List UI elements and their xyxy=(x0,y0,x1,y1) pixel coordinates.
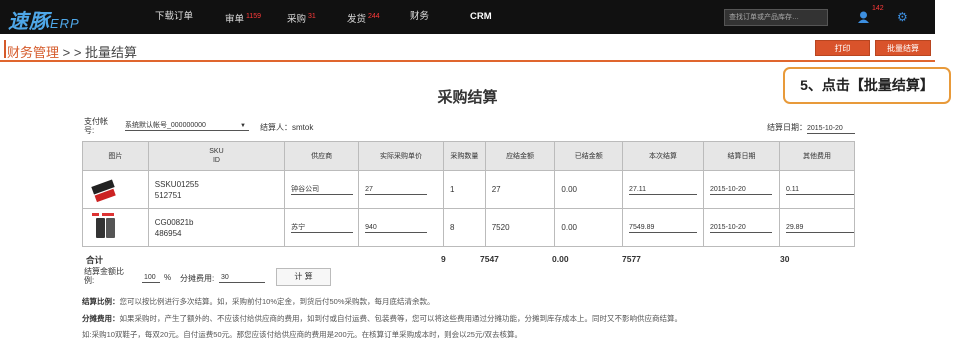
unit-price-input[interactable]: 27 xyxy=(365,184,428,195)
due-cell: 27 xyxy=(484,170,556,209)
supplier-cell: 钟谷公司 xyxy=(284,170,360,209)
ratio-input[interactable]: 100 xyxy=(142,272,160,283)
table-header-row: 图片 SKU ID 供应商 实际采购单价 采购数量 应结金额 已结金额 本次结算… xyxy=(82,141,856,171)
product-thumbnail-phone xyxy=(89,211,119,242)
col-header-date: 结算日期 xyxy=(703,141,780,171)
col-header-this-settle: 本次结算 xyxy=(622,141,704,171)
this-settle-cell: 27.11 xyxy=(622,170,704,209)
this-settle-input[interactable]: 27.11 xyxy=(629,184,698,195)
fee-input[interactable]: 30 xyxy=(219,272,265,283)
date-cell: 2015-10-20 xyxy=(703,208,780,247)
account-label: 支付帐 号: xyxy=(84,117,108,135)
other-fee-cell: 0.11 xyxy=(778,170,856,209)
price-cell: 940 xyxy=(358,208,444,247)
totals-paid: 0.00 xyxy=(552,254,569,264)
totals-this-settle: 7577 xyxy=(622,254,641,264)
sku-cell: CG00821b 486954 xyxy=(147,208,286,247)
totals-due: 7547 xyxy=(480,254,499,264)
col-header-paid: 已结金额 xyxy=(554,141,624,171)
unit-price-input[interactable]: 940 xyxy=(365,222,428,233)
note-example: 如:采购10双鞋子，每双20元。自付运费50元。那您应该付给供应商的费用是200… xyxy=(82,330,523,339)
this-settle-cell: 7549.89 xyxy=(622,208,704,247)
table-row: SSKU01255 512751 钟谷公司 27 1 27 0.00 27.11 … xyxy=(82,170,856,209)
qty-cell: 1 xyxy=(442,170,486,209)
dropdown-arrow-icon: ▼ xyxy=(240,123,246,129)
col-header-qty: 采购数量 xyxy=(442,141,486,171)
settler-label: 结算人：smtok xyxy=(260,123,314,132)
date-cell: 2015-10-20 xyxy=(703,170,780,209)
table-row: CG00821b 486954 苏宁 940 8 7520 0.00 7549.8… xyxy=(82,208,856,247)
nav-download-orders[interactable]: 下载订单 xyxy=(155,0,193,34)
nav-purchase[interactable]: 采购 31 xyxy=(287,0,316,34)
batch-settle-button[interactable]: 批量结算 xyxy=(875,40,931,56)
user-icon[interactable] xyxy=(858,11,869,23)
nav-review[interactable]: 审单 1159 xyxy=(225,0,261,34)
nav-shipping[interactable]: 发货 244 xyxy=(347,0,380,34)
calculate-button[interactable]: 计 算 xyxy=(276,268,331,286)
col-header-image: 图片 xyxy=(82,141,149,171)
other-fee-input[interactable]: 0.11 xyxy=(785,184,854,195)
note-ratio: 结算比例：您可以按比例进行多次结算。如，采购前付10%定金，到货后付50%采购款… xyxy=(82,297,435,306)
totals-qty: 9 xyxy=(441,254,446,264)
col-header-due: 应结金额 xyxy=(484,141,556,171)
product-thumbnail-usb xyxy=(89,173,119,204)
breadcrumb-finance-link[interactable]: 财务管理 xyxy=(7,45,59,60)
this-settle-input[interactable]: 7549.89 xyxy=(629,222,698,233)
qty-cell: 8 xyxy=(442,208,486,247)
col-header-other-fee: 其他费用 xyxy=(778,141,856,171)
search-input[interactable]: 查找订单或产品库存… xyxy=(724,9,828,26)
settle-date-input[interactable]: 2015-10-20 xyxy=(807,123,855,134)
col-header-sku: SKU ID xyxy=(147,141,286,171)
col-header-supplier: 供应商 xyxy=(284,141,360,171)
top-nav-bar: 速豚ERP 下载订单 审单 1159 采购 31 发货 244 财务 CRM 查找订单… xyxy=(0,0,935,34)
note-fee: 分摊费用：如果采购时，产生了额外的、不应该付给供应商的费用，如到付或自付运费、包… xyxy=(82,314,682,323)
nav-finance[interactable]: 财务 xyxy=(410,0,429,34)
notification-count-badge: 142 xyxy=(872,5,884,12)
other-fee-cell: 29.89 xyxy=(778,208,856,247)
ratio-label: 结算金额比 例: xyxy=(84,267,124,285)
settlement-table: 图片 SKU ID 供应商 实际采购单价 采购数量 应结金额 已结金额 本次结算… xyxy=(82,141,856,247)
paid-cell: 0.00 xyxy=(554,208,624,247)
nav-crm[interactable]: CRM xyxy=(470,0,492,34)
totals-label: 合计 xyxy=(86,255,104,265)
breadcrumb-accent-bar xyxy=(4,40,6,58)
ratio-unit: % xyxy=(164,273,172,282)
row-date-input[interactable]: 2015-10-20 xyxy=(710,222,772,233)
fee-label: 分摊费用: xyxy=(180,274,215,283)
page-title: 采购结算 xyxy=(437,89,498,106)
breadcrumb: 财务管理 > > 批量结算 xyxy=(7,45,138,60)
app-logo[interactable]: 速豚ERP xyxy=(8,5,80,34)
totals-other-fee: 30 xyxy=(780,254,790,264)
account-select[interactable]: 系统默认帐号_000000000 ▼ xyxy=(125,121,249,131)
row-date-input[interactable]: 2015-10-20 xyxy=(710,184,772,195)
print-button[interactable]: 打印 xyxy=(815,40,870,56)
product-image-cell xyxy=(82,208,149,247)
gear-icon[interactable]: ⚙ xyxy=(897,10,908,24)
col-header-unit-price: 实际采购单价 xyxy=(358,141,444,171)
header-divider xyxy=(0,60,935,62)
purchase-count-badge: 31 xyxy=(308,13,316,20)
product-image-cell xyxy=(82,170,149,209)
price-cell: 27 xyxy=(358,170,444,209)
paid-cell: 0.00 xyxy=(554,170,624,209)
supplier-cell: 苏宁 xyxy=(284,208,360,247)
supplier-input[interactable]: 钟谷公司 xyxy=(291,184,354,195)
settler-value: smtok xyxy=(292,123,314,132)
review-count-badge: 1159 xyxy=(246,13,262,20)
other-fee-input[interactable]: 29.89 xyxy=(785,222,854,233)
supplier-input[interactable]: 苏宁 xyxy=(291,222,354,233)
settle-date-label: 结算日期：2015-10-20 xyxy=(767,122,855,134)
sku-cell: SSKU01255 512751 xyxy=(147,170,286,209)
breadcrumb-current: 批量结算 xyxy=(85,45,138,60)
due-cell: 7520 xyxy=(484,208,556,247)
shipping-count-badge: 244 xyxy=(368,13,380,20)
